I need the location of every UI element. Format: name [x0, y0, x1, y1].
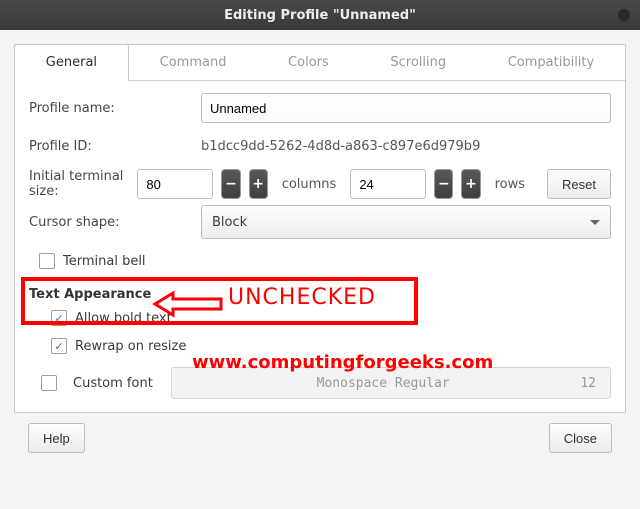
profile-name-input[interactable]: [201, 93, 611, 123]
rewrap-label: Rewrap on resize: [75, 339, 186, 354]
tab-general[interactable]: General: [14, 44, 129, 81]
custom-font-button: Monospace Regular 12: [171, 367, 611, 399]
plus-icon: +: [252, 176, 264, 192]
profile-name-label: Profile name:: [29, 101, 193, 116]
cursor-shape-label: Cursor shape:: [29, 215, 193, 230]
columns-decrement-button[interactable]: −: [221, 169, 240, 199]
rows-input[interactable]: [350, 169, 426, 199]
columns-increment-button[interactable]: +: [249, 169, 268, 199]
chevron-down-icon: [590, 220, 600, 225]
rows-unit: rows: [489, 177, 531, 192]
reset-button[interactable]: Reset: [547, 169, 611, 199]
allow-bold-label: Allow bold text: [75, 311, 172, 326]
terminal-bell-checkbox[interactable]: [39, 253, 55, 269]
tab-bar: General Command Colors Scrolling Compati…: [15, 45, 625, 81]
custom-font-size: 12: [580, 376, 596, 391]
text-appearance-heading: Text Appearance: [29, 281, 611, 304]
cursor-shape-select[interactable]: Block: [201, 205, 611, 239]
cursor-shape-value: Block: [212, 215, 247, 230]
window-control-dot[interactable]: [618, 9, 630, 21]
profile-id-label: Profile ID:: [29, 139, 193, 154]
tab-compatibility[interactable]: Compatibility: [477, 45, 625, 80]
rewrap-checkbox[interactable]: [51, 338, 67, 354]
terminal-bell-label: Terminal bell: [63, 254, 146, 269]
tab-colors[interactable]: Colors: [257, 45, 359, 80]
settings-panel: General Command Colors Scrolling Compati…: [14, 44, 626, 413]
initial-size-label: Initial terminal size:: [29, 169, 129, 199]
custom-font-label: Custom font: [73, 376, 163, 391]
custom-font-checkbox[interactable]: [41, 375, 57, 391]
plus-icon: +: [465, 176, 477, 192]
window-title: Editing Profile "Unnamed": [224, 8, 416, 23]
close-button[interactable]: Close: [549, 423, 612, 453]
profile-id-value: b1dcc9dd-5262-4d8d-a863-c897e6d979b9: [201, 139, 480, 154]
columns-input[interactable]: [137, 169, 213, 199]
minus-icon: −: [438, 176, 450, 192]
tab-command[interactable]: Command: [129, 45, 257, 80]
rows-increment-button[interactable]: +: [461, 169, 480, 199]
titlebar: Editing Profile "Unnamed": [0, 0, 640, 30]
minus-icon: −: [225, 176, 237, 192]
custom-font-name: Monospace Regular: [186, 376, 580, 391]
tab-scrolling[interactable]: Scrolling: [360, 45, 477, 80]
help-button[interactable]: Help: [28, 423, 85, 453]
columns-unit: columns: [276, 177, 343, 192]
rows-decrement-button[interactable]: −: [434, 169, 453, 199]
allow-bold-checkbox[interactable]: [51, 310, 67, 326]
